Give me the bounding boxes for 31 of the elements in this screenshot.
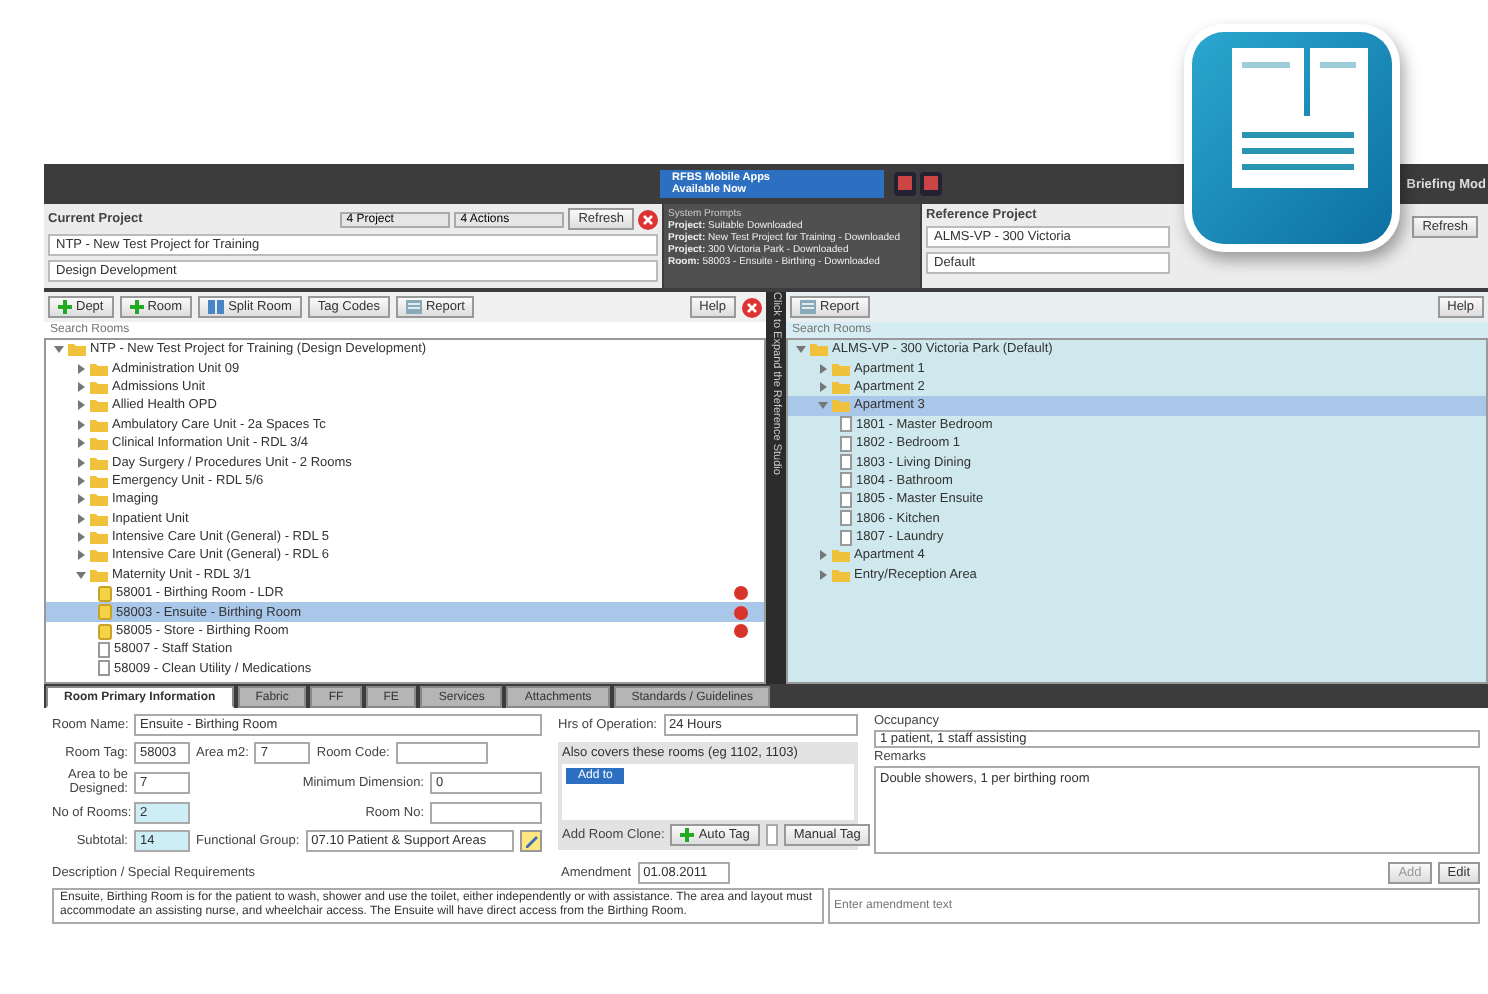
plus-icon — [129, 300, 144, 314]
report-icon — [405, 300, 422, 314]
expander-icon[interactable] — [818, 569, 828, 580]
expander-icon[interactable] — [76, 494, 86, 505]
expander-icon[interactable] — [76, 400, 86, 411]
expander-icon[interactable] — [76, 569, 86, 580]
expander-icon[interactable] — [796, 344, 806, 355]
expander-icon[interactable] — [76, 419, 86, 430]
plus-icon — [680, 828, 695, 842]
edit-icon[interactable] — [520, 830, 542, 852]
expander-icon[interactable] — [76, 550, 86, 561]
expander-icon[interactable] — [76, 438, 86, 449]
expander-icon[interactable] — [818, 400, 828, 411]
plus-icon — [58, 300, 72, 314]
report-icon — [800, 300, 816, 314]
room-no-field[interactable] — [430, 802, 542, 824]
expander-icon[interactable] — [818, 550, 828, 561]
expander-icon[interactable] — [76, 457, 86, 468]
expander-icon[interactable] — [54, 344, 64, 355]
close-icon[interactable] — [742, 297, 762, 317]
expander-icon[interactable] — [76, 381, 86, 392]
expander-icon[interactable] — [818, 381, 828, 392]
expander-icon[interactable] — [76, 513, 86, 524]
tag-field[interactable] — [765, 824, 778, 846]
room-code-field[interactable] — [395, 742, 488, 764]
split-icon — [208, 300, 225, 314]
expander-icon[interactable] — [76, 475, 86, 486]
close-icon[interactable] — [638, 209, 658, 229]
expander-icon[interactable] — [76, 532, 86, 543]
expander-icon[interactable] — [76, 363, 86, 374]
expander-icon[interactable] — [818, 363, 828, 374]
